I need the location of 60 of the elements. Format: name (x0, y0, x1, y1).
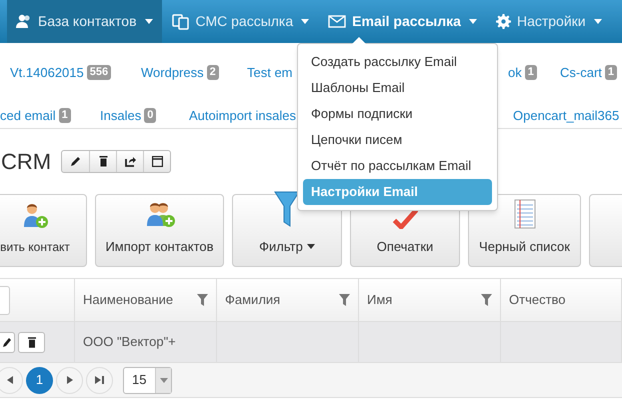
page-button[interactable]: 1 (26, 366, 53, 394)
count-badge: 0 (144, 108, 156, 123)
filter-icon[interactable] (197, 294, 208, 306)
group-tab[interactable]: ok 1 (508, 63, 537, 82)
count-badge: 1 (524, 65, 537, 80)
page-size-select[interactable]: 15 (123, 366, 172, 394)
group-tab[interactable]: Test em (247, 63, 293, 82)
menu-item[interactable]: Отчёт по рассылкам Email (303, 153, 492, 179)
edit-button[interactable] (0, 332, 15, 352)
funnel-icon (274, 188, 300, 228)
delete-button[interactable] (18, 332, 45, 352)
table-cell: ООО "Вектор"+ (75, 322, 217, 362)
column-header[interactable]: Имя (359, 279, 501, 321)
table-icon (152, 156, 163, 166)
previous-page-button[interactable] (0, 366, 23, 394)
column-header[interactable]: Фамилия (217, 279, 359, 321)
caret-icon (301, 19, 310, 24)
settings-icon (496, 14, 511, 29)
column-header[interactable]: Отчество (501, 279, 622, 321)
count-badge: 556 (86, 65, 112, 80)
menu-item[interactable]: Создать рассылку Email (303, 49, 492, 75)
page-title: CRM (1, 148, 52, 176)
count-badge: 2 (206, 65, 219, 80)
toolbar-button[interactable]: Импорт контактов (95, 194, 224, 267)
caret-icon (160, 378, 168, 382)
group-tab[interactable]: Insales 0 (100, 106, 156, 125)
group-tab[interactable]: Vt.14062015 556 (10, 63, 112, 82)
trash-icon (28, 336, 36, 348)
notepad-icon (512, 198, 536, 228)
toolbar-button[interactable]: Черный список (468, 194, 581, 267)
filter-icon[interactable] (481, 294, 492, 306)
caret-icon (468, 19, 477, 24)
filter-icon[interactable] (339, 294, 350, 306)
trash-icon (98, 156, 109, 166)
menu-item[interactable]: Шаблоны Email (303, 75, 492, 101)
menu-item[interactable]: Формы подписки (303, 101, 492, 127)
group-tab[interactable]: Wordpress 2 (141, 63, 219, 82)
nav-menu-item[interactable]: База контактов (7, 0, 162, 43)
previous-icon (6, 376, 12, 384)
toolbar-button[interactable]: вить контакт (0, 194, 87, 267)
pencil-icon (2, 337, 12, 347)
pencil-icon (70, 156, 82, 166)
menu-item[interactable]: Цепочки писем (303, 127, 492, 153)
contacts-icon (16, 14, 32, 29)
caret-icon (594, 19, 602, 24)
count-badge: 1 (604, 65, 618, 80)
last-page-button[interactable] (86, 366, 113, 394)
column-header[interactable]: Наименование (75, 279, 217, 321)
group-tab[interactable]: Opencart_mail365 (513, 106, 620, 125)
last-page-icon (95, 376, 104, 384)
share-icon (124, 156, 136, 166)
group-tab[interactable]: Autoimport insales (189, 106, 296, 125)
group-tab[interactable]: ced email 1 (0, 106, 71, 125)
count-badge: 1 (58, 108, 71, 123)
phones-icon (172, 14, 190, 30)
caret-icon (144, 19, 153, 24)
next-icon (66, 376, 72, 384)
mail-icon (328, 15, 346, 28)
group-tab[interactable]: Cs-cart 1 (560, 63, 618, 82)
next-page-button[interactable] (56, 366, 83, 394)
